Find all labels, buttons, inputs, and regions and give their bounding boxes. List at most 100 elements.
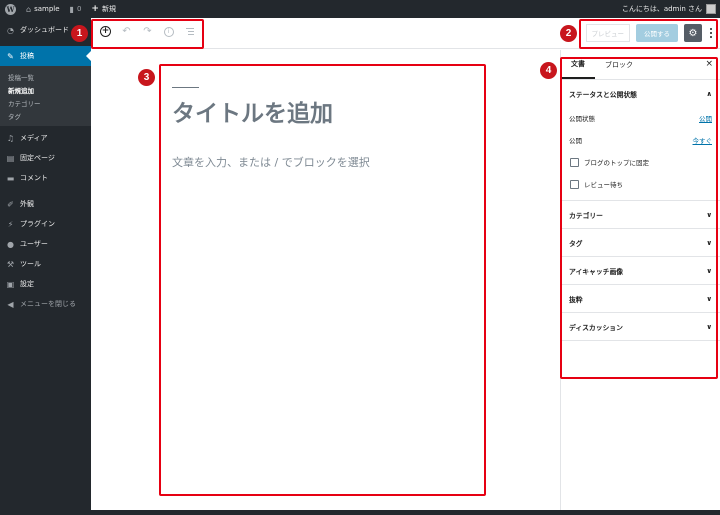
collapse-menu-button[interactable]: ◀ メニューを閉じる xyxy=(0,294,91,314)
submenu-tags[interactable]: タグ xyxy=(0,108,91,121)
post-title-input[interactable]: タイトルを追加 xyxy=(172,94,333,128)
wp-logo-menu[interactable]: W xyxy=(0,0,21,18)
redo-button[interactable]: ↷ xyxy=(141,25,154,38)
section-title: アイキャッチ画像 xyxy=(569,267,624,276)
header-actions: プレビュー 公開する ⚙ xyxy=(585,24,715,42)
callout-badge-1: 1 xyxy=(71,25,88,42)
wrench-icon: ⚒ xyxy=(6,259,15,269)
new-content-link[interactable]: + 新規 xyxy=(86,0,121,18)
visibility-row: 公開状態 公開 xyxy=(561,107,720,129)
section-title: 抜粋 xyxy=(569,295,583,304)
submenu-all-posts[interactable]: 投稿一覧 xyxy=(0,69,91,82)
block-navigation-button[interactable] xyxy=(183,25,196,38)
content-info-button[interactable]: i xyxy=(162,25,175,38)
info-icon: i xyxy=(163,26,174,37)
submenu-categories[interactable]: カテゴリー xyxy=(0,95,91,108)
pending-review-checkbox[interactable] xyxy=(570,179,579,189)
editor-canvas: タイトルを追加 文章を入力、または / でブロックを選択 xyxy=(91,50,560,515)
post-body-input[interactable]: 文章を入力、または / でブロックを選択 xyxy=(172,154,370,170)
chevron-up-icon: ∧ xyxy=(706,89,712,98)
callout-badge-4: 4 xyxy=(540,62,557,79)
sticky-label: ブログのトップに固定 xyxy=(584,159,649,167)
preview-button[interactable]: プレビュー xyxy=(585,24,630,42)
discussion-section[interactable]: ディスカッション ∨ xyxy=(561,313,720,341)
comment-bubble-icon: ▮ xyxy=(69,4,74,14)
bottom-strip xyxy=(91,510,720,515)
sidebar-item-posts[interactable]: ✎ 投稿 xyxy=(0,46,91,66)
featured-image-section[interactable]: アイキャッチ画像 ∨ xyxy=(561,257,720,285)
wp-editor-screen: W ⌂ sample ▮ 0 + 新規 こんにちは、admin さん ◔ ダッシ… xyxy=(0,0,720,515)
home-icon: ⌂ xyxy=(26,4,32,14)
status-visibility-section: ステータスと公開状態 ∧ 公開状態 公開 公開 今すぐ ブログのトップに固定 レ… xyxy=(561,80,720,201)
comment-icon: ▬ xyxy=(6,173,15,183)
sidebar-item-comments[interactable]: ▬ コメント xyxy=(0,168,91,188)
sidebar-item-appearance[interactable]: ✐ 外観 xyxy=(0,194,91,214)
settings-panel: 文書 ブロック × ステータスと公開状態 ∧ 公開状態 公開 公開 今すぐ ブロ… xyxy=(560,50,720,515)
admin-bar: W ⌂ sample ▮ 0 + 新規 こんにちは、admin さん xyxy=(0,0,720,18)
more-options-button[interactable] xyxy=(708,24,714,42)
excerpt-section[interactable]: 抜粋 ∨ xyxy=(561,285,720,313)
title-divider xyxy=(172,87,199,88)
undo-icon: ↶ xyxy=(122,26,131,37)
settings-toggle-button[interactable]: ⚙ xyxy=(684,24,702,42)
redo-icon: ↷ xyxy=(143,26,152,37)
plugin-icon: ⚡ xyxy=(7,219,14,229)
undo-button[interactable]: ↶ xyxy=(120,25,133,38)
categories-section[interactable]: カテゴリー ∨ xyxy=(561,201,720,229)
comments-count: 0 xyxy=(76,5,82,13)
add-block-button[interactable]: + xyxy=(99,25,112,38)
sidebar-item-media[interactable]: ♫ メディア xyxy=(0,128,91,148)
sidebar-item-label: メディア xyxy=(20,134,48,142)
sidebar-item-plugins[interactable]: ⚡ プラグイン xyxy=(0,214,91,234)
chevron-down-icon: ∨ xyxy=(706,322,712,331)
avatar xyxy=(706,4,716,14)
sidebar-item-tools[interactable]: ⚒ ツール xyxy=(0,254,91,274)
list-icon xyxy=(185,28,194,35)
tags-section[interactable]: タグ ∨ xyxy=(561,229,720,257)
collapse-arrow-icon: ◀ xyxy=(7,299,14,309)
status-section-header[interactable]: ステータスと公開状態 ∧ xyxy=(561,80,720,107)
site-name: sample xyxy=(34,5,60,13)
dashboard-icon: ◔ xyxy=(7,25,14,35)
chevron-down-icon: ∨ xyxy=(706,294,712,303)
callout-badge-3: 3 xyxy=(138,69,155,86)
pending-checkbox-row[interactable]: レビュー待ち xyxy=(561,173,720,195)
media-icon: ♫ xyxy=(6,133,15,143)
sticky-checkbox[interactable] xyxy=(570,157,579,167)
sidebar-item-label: メニューを閉じる xyxy=(20,300,76,308)
sidebar-item-label: ダッシュボード xyxy=(20,26,69,34)
sidebar-item-settings[interactable]: ▣ 設定 xyxy=(0,274,91,294)
admin-sidebar: ◔ ダッシュボード ✎ 投稿 投稿一覧 新規追加 カテゴリー タグ ♫ メディア… xyxy=(0,18,91,515)
sidebar-item-pages[interactable]: ▤ 固定ページ xyxy=(0,148,91,168)
page-icon: ▤ xyxy=(6,153,15,163)
sidebar-item-users[interactable]: ● ユーザー xyxy=(0,234,91,254)
publish-date-link[interactable]: 今すぐ xyxy=(693,135,713,145)
sidebar-item-label: 投稿 xyxy=(20,52,34,60)
editor-header: + ↶ ↷ i プレビュー 公開する ⚙ xyxy=(91,18,720,49)
sidebar-item-label: コメント xyxy=(20,174,48,182)
publish-row: 公開 今すぐ xyxy=(561,129,720,151)
site-name-link[interactable]: ⌂ sample xyxy=(21,0,65,18)
pushpin-icon: ✎ xyxy=(7,51,14,61)
section-title: カテゴリー xyxy=(569,211,603,220)
close-icon[interactable]: × xyxy=(705,59,713,69)
submenu-add-new[interactable]: 新規追加 xyxy=(0,82,91,95)
account-menu[interactable]: こんにちは、admin さん xyxy=(622,4,720,14)
comments-link[interactable]: ▮ 0 xyxy=(65,0,87,18)
paintbrush-icon: ✐ xyxy=(7,199,14,209)
tab-block[interactable]: ブロック xyxy=(595,50,643,79)
plus-circle-icon: + xyxy=(100,26,111,37)
publish-button[interactable]: 公開する xyxy=(636,24,678,42)
posts-submenu: 投稿一覧 新規追加 カテゴリー タグ xyxy=(0,66,91,126)
sticky-checkbox-row[interactable]: ブログのトップに固定 xyxy=(561,151,720,173)
greeting-text: こんにちは、admin さん xyxy=(621,5,702,13)
user-icon: ● xyxy=(7,239,14,249)
pending-label: レビュー待ち xyxy=(584,181,623,189)
panel-tabs: 文書 ブロック × xyxy=(561,50,720,80)
vertical-dots-icon xyxy=(710,28,712,30)
tab-document[interactable]: 文書 xyxy=(561,50,595,79)
sidebar-item-label: 設定 xyxy=(20,280,34,288)
chevron-down-icon: ∨ xyxy=(706,266,712,275)
sidebar-item-label: ツール xyxy=(20,260,41,268)
visibility-link[interactable]: 公開 xyxy=(699,113,712,123)
